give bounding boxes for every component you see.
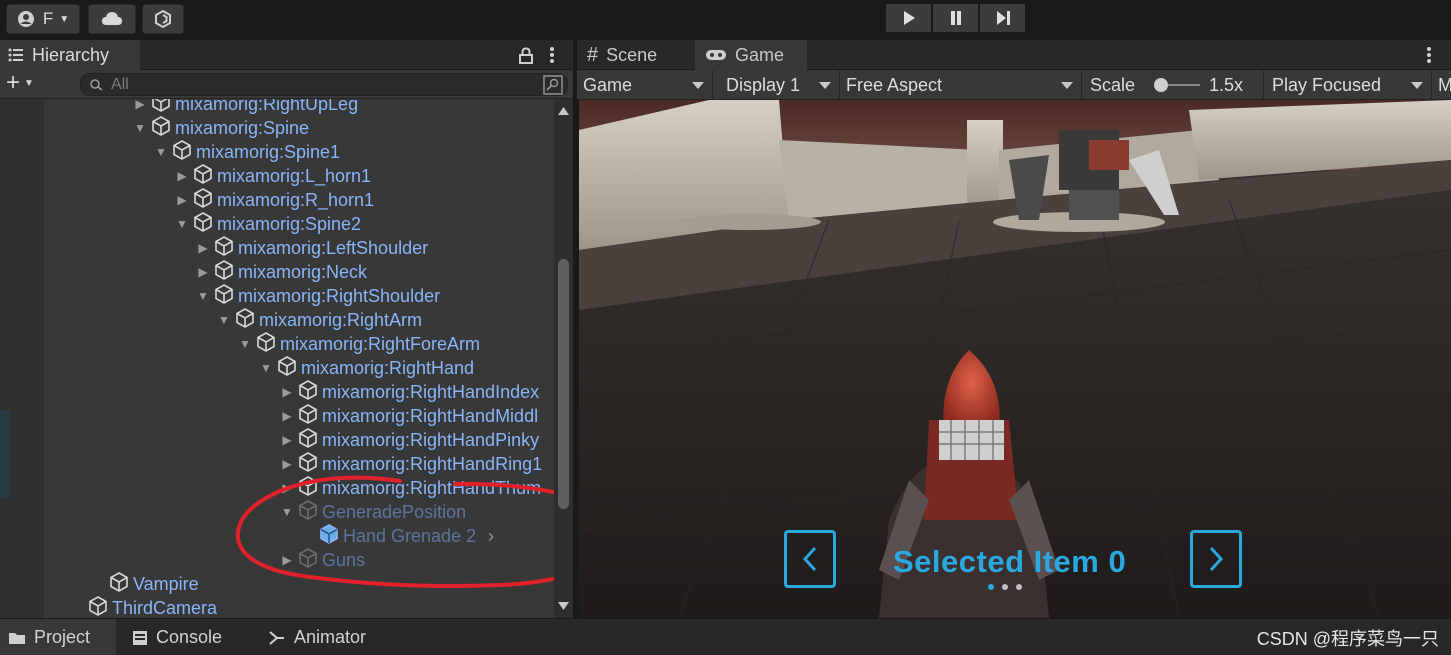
scale-value: 1.5x — [1209, 74, 1244, 95]
chevron-left-icon — [802, 546, 817, 572]
console-icon — [133, 630, 147, 645]
page-dot — [1002, 584, 1008, 590]
tab-animator[interactable]: Animator — [260, 619, 374, 655]
chevron-down-icon: ▼ — [24, 77, 34, 89]
tab-hierarchy[interactable]: Hierarchy — [0, 40, 140, 70]
caret-down-icon — [1411, 82, 1423, 89]
watermark-text: CSDN @程序菜鸟一只 — [1256, 629, 1439, 649]
page-dot-active — [988, 584, 994, 590]
caret-down-icon — [1061, 82, 1073, 89]
scene-search-icon[interactable] — [543, 75, 563, 95]
step-button[interactable] — [980, 4, 1025, 32]
grid-icon: # — [587, 43, 599, 66]
plus-icon: + — [6, 69, 21, 96]
create-button[interactable]: + ▼ — [6, 69, 34, 96]
tab-project-label: Project — [34, 627, 91, 647]
hierarchy-tab-label: Hierarchy — [32, 44, 110, 65]
tab-console-label: Console — [156, 627, 223, 647]
hud-page-dots — [988, 584, 1022, 590]
tab-animator-label: Animator — [294, 627, 367, 647]
aspect-dropdown[interactable]: Free Aspect — [840, 70, 1082, 100]
game-view-options: Game Display 1 Free Aspect Scale 1.5x Pl… — [577, 70, 1451, 100]
game-scene-render — [579, 100, 1451, 618]
bottom-tab-bar: Project Console Animator CSDN @程序菜鸟一只 — [0, 618, 1451, 655]
hierarchy-tree[interactable]: ▶ mixamorig:RightUpLeg ▼ mixamorig:Spine ▼ mi… — [0, 99, 573, 618]
scale-slider-thumb[interactable] — [1154, 78, 1168, 92]
scale-label: Scale — [1090, 74, 1136, 95]
play-mode-label: Play Focused — [1272, 74, 1382, 95]
tab-game[interactable]: Game — [695, 40, 807, 70]
mode-dropdown[interactable]: Game — [577, 70, 713, 100]
hud-next-button[interactable] — [1190, 530, 1242, 588]
scroll-down-arrow-icon[interactable] — [558, 602, 569, 610]
game-viewport[interactable]: Selected Item 0 — [579, 100, 1451, 618]
folder-icon — [9, 632, 25, 644]
kebab-menu-icon[interactable] — [548, 46, 556, 64]
search-icon — [90, 78, 103, 91]
play-icon — [903, 11, 915, 25]
scroll-up-arrow-icon[interactable] — [558, 107, 569, 115]
hierarchy-scrollbar[interactable] — [554, 99, 573, 618]
search-placeholder: All — [111, 75, 129, 93]
display-dropdown[interactable]: Display 1 — [720, 70, 840, 100]
collab-button[interactable] — [142, 4, 184, 34]
tab-project[interactable]: Project — [0, 619, 116, 655]
main-toolbar: F ▼ — [0, 0, 1451, 40]
chevron-down-icon: ▼ — [59, 13, 70, 25]
scale-control[interactable]: Scale 1.5x — [1084, 70, 1264, 100]
caret-down-icon — [819, 82, 831, 89]
page-dot — [1016, 584, 1022, 590]
play-mode-dropdown[interactable]: Play Focused — [1266, 70, 1432, 100]
collab-icon — [155, 9, 171, 29]
hud-selected-text: Selected Item 0 — [893, 544, 1127, 579]
mode-label: Game — [583, 74, 633, 95]
game-tab-bar: # Scene Game — [577, 40, 1451, 70]
red-annotation-circle — [235, 475, 573, 588]
account-button[interactable]: F ▼ — [6, 4, 80, 34]
caret-down-icon — [692, 82, 704, 89]
overflow-option[interactable]: M — [1432, 70, 1451, 100]
scrollbar-thumb[interactable] — [558, 259, 569, 509]
account-initial: F — [42, 9, 54, 28]
tab-console[interactable]: Console — [124, 619, 230, 655]
chevron-right-icon — [1209, 546, 1224, 572]
cloud-button[interactable] — [88, 4, 136, 34]
tab-game-label: Game — [735, 44, 785, 65]
aspect-label: Free Aspect — [846, 74, 943, 95]
tab-scene-label: Scene — [606, 44, 658, 65]
display-label: Display 1 — [726, 74, 801, 95]
pause-button[interactable] — [933, 4, 978, 32]
search-input[interactable]: All — [80, 73, 568, 96]
side-dock-indicator — [0, 410, 10, 498]
gamepad-icon — [706, 50, 726, 60]
pause-icon — [950, 11, 961, 25]
animator-icon — [269, 630, 284, 645]
menu-lines-icon — [8, 48, 23, 62]
hud-prev-button[interactable] — [784, 530, 836, 588]
overflow-label: M — [1438, 74, 1451, 95]
tab-scene[interactable]: # Scene — [577, 40, 667, 70]
play-button[interactable] — [886, 4, 931, 32]
step-icon — [996, 11, 1010, 25]
hierarchy-toolbar: + ▼ All — [0, 70, 573, 99]
hierarchy-tab-bar: Hierarchy — [0, 40, 573, 70]
lock-icon[interactable] — [518, 47, 534, 64]
cloud-icon — [102, 12, 122, 25]
account-icon — [17, 11, 34, 27]
kebab-menu-icon[interactable] — [1425, 46, 1433, 64]
